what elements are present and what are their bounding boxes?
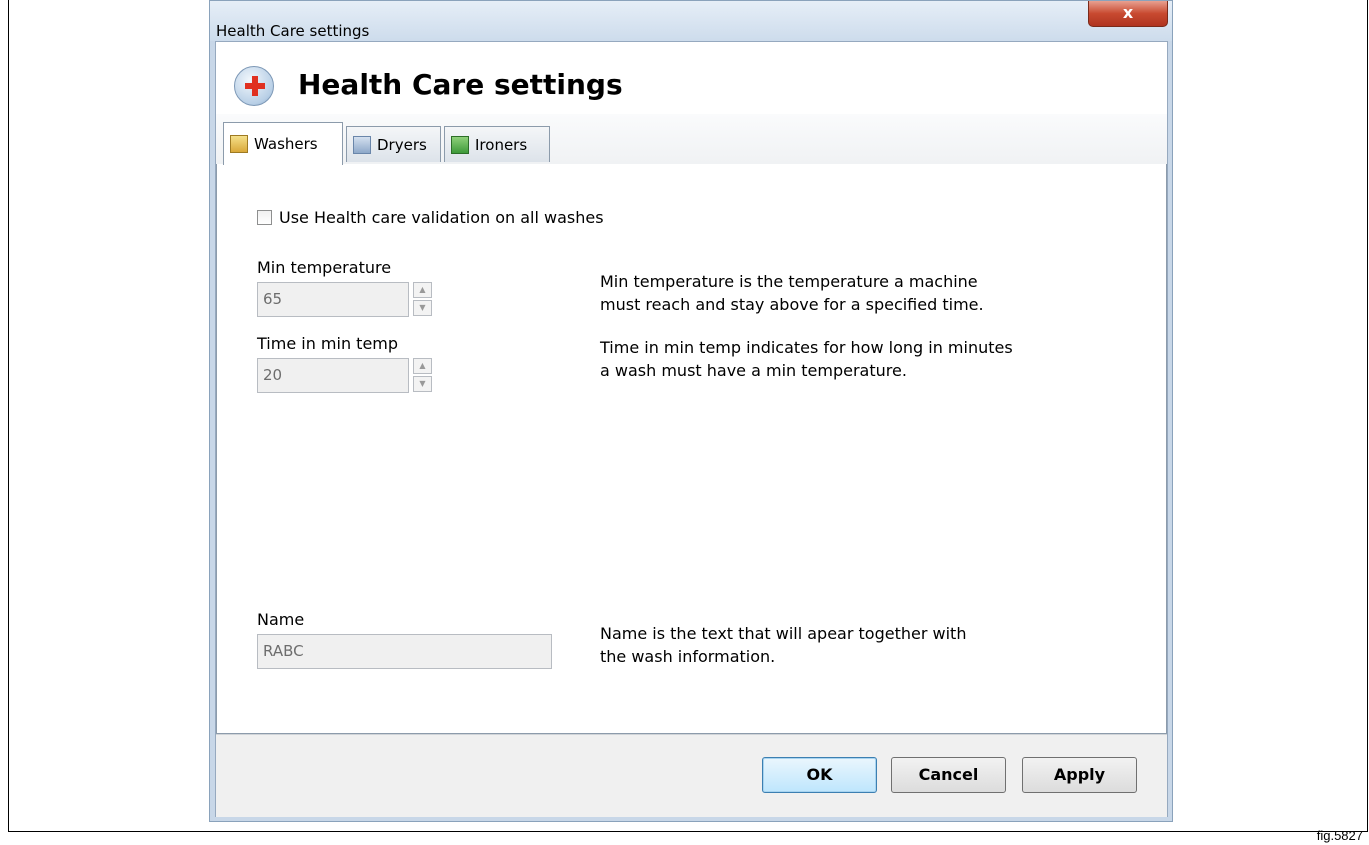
min-temperature-label: Min temperature (257, 258, 392, 277)
tab-washers[interactable]: Washers (223, 122, 343, 165)
dialog-window: Health Care settings x Health Care setti… (209, 0, 1173, 822)
min-temperature-help: Min temperature is the temperature a mac… (600, 270, 1060, 316)
ironer-icon (451, 135, 469, 154)
time-in-min-temp-help-line-2: a wash must have a min temperature. (600, 361, 907, 380)
name-help-line-1: Name is the text that will apear togethe… (600, 624, 967, 643)
dialog-client-area: Health Care settings Washers Dryers Iron… (215, 41, 1168, 817)
time-in-min-temp-help-line-1: Time in min temp indicates for how long … (600, 338, 1013, 357)
title-bar: Health Care settings x (210, 1, 1172, 41)
time-in-min-temp-input[interactable]: 20 (257, 358, 409, 393)
time-in-min-temp-label: Time in min temp (257, 334, 399, 353)
name-help: Name is the text that will apear togethe… (600, 622, 1060, 668)
washers-tab-panel: Use Health care validation on all washes… (216, 164, 1167, 734)
time-in-min-temp-help: Time in min temp indicates for how long … (600, 336, 1060, 382)
validation-checkbox-label: Use Health care validation on all washes (279, 208, 604, 227)
ok-button[interactable]: OK (762, 757, 877, 793)
min-temperature-up-button[interactable]: ▲ (413, 282, 432, 298)
name-input[interactable]: RABC (257, 634, 552, 669)
figure-label: fig.5827 (1316, 828, 1363, 843)
dryer-icon (353, 135, 371, 154)
washer-icon (230, 135, 248, 153)
apply-button[interactable]: Apply (1022, 757, 1137, 793)
tab-ironers[interactable]: Ironers (444, 126, 550, 162)
dialog-heading: Health Care settings (298, 68, 623, 101)
min-temperature-help-line-2: must reach and stay above for a specifie… (600, 295, 984, 314)
health-care-cross-icon (234, 66, 274, 106)
min-temperature-input[interactable]: 65 (257, 282, 409, 317)
tab-washers-label: Washers (254, 135, 318, 153)
tab-dryers[interactable]: Dryers (346, 126, 441, 162)
window-title: Health Care settings (216, 22, 370, 40)
dialog-footer: OK Cancel Apply (216, 734, 1167, 817)
tab-ironers-label: Ironers (475, 135, 528, 154)
tab-dryers-label: Dryers (377, 135, 427, 154)
min-temperature-down-button[interactable]: ▼ (413, 300, 432, 316)
time-in-min-temp-down-button[interactable]: ▼ (413, 376, 432, 392)
validation-checkbox-row[interactable]: Use Health care validation on all washes (257, 208, 604, 227)
dialog-header: Health Care settings (216, 42, 1167, 114)
name-help-line-2: the wash information. (600, 647, 776, 666)
name-label: Name (257, 610, 305, 629)
min-temperature-help-line-1: Min temperature is the temperature a mac… (600, 272, 978, 291)
cancel-button[interactable]: Cancel (891, 757, 1006, 793)
close-button[interactable]: x (1088, 1, 1168, 27)
validation-checkbox[interactable] (257, 210, 272, 225)
time-in-min-temp-up-button[interactable]: ▲ (413, 358, 432, 374)
